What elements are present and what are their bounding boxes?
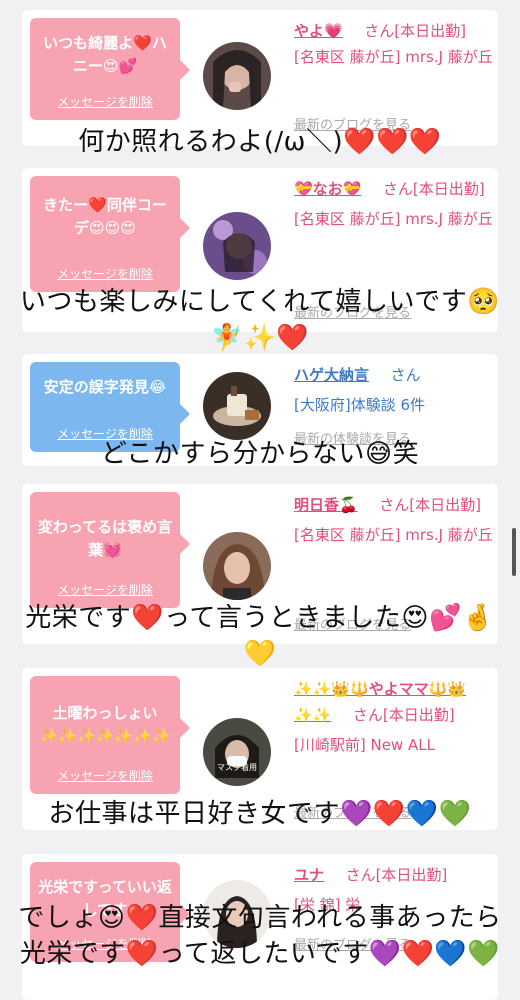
message-text: 土曜わっしょい✨✨✨✨✨✨✨: [39, 704, 171, 746]
message-text: きたー❤️同伴コーデ😍😍😍: [43, 196, 167, 238]
user-name-link[interactable]: ハゲ大納言: [294, 366, 369, 384]
user-location: [名東区 藤が丘] mrs.J 藤が丘: [294, 526, 493, 544]
user-info: ✨✨👑🔱やよママ🔱👑✨✨ さん[本日出勤] [川崎駅前] New ALL: [294, 676, 494, 758]
message-bubble: きたー❤️同伴コーデ😍😍😍 メッセージを削除: [30, 176, 190, 292]
avatar[interactable]: [203, 532, 271, 600]
overlay-caption: お仕事は平日好き女です💜❤️💙💚: [48, 799, 472, 829]
scrollbar[interactable]: [512, 528, 516, 576]
user-status: さん[本日出勤]: [364, 22, 466, 40]
overlay-caption: いつも楽しみにしてくれて嬉しいです🥺🧚✨❤️: [19, 287, 501, 353]
message-text: いつも綺麗よ❤️ハニー😍💕: [43, 34, 167, 76]
delete-message-link[interactable]: メッセージを削除: [30, 93, 180, 112]
message-text: 安定の誤字発見😂: [43, 378, 167, 396]
user-location: [名東区 藤が丘] mrs.J 藤が丘: [294, 48, 493, 66]
avatar[interactable]: マスク着用: [203, 718, 271, 786]
delete-message-link[interactable]: メッセージを削除: [30, 581, 180, 600]
user-info: 明日香🍒 さん[本日出勤] [名東区 藤が丘] mrs.J 藤が丘: [294, 492, 494, 548]
delete-message-link[interactable]: メッセージを削除: [30, 767, 180, 786]
message-text: 変わってるは褒め言葉💓: [37, 518, 173, 560]
message-bubble: 変わってるは褒め言葉💓 メッセージを削除: [30, 492, 190, 608]
user-info: やよ💗 さん[本日出勤] [名東区 藤が丘] mrs.J 藤が丘: [294, 18, 494, 70]
user-info: ハゲ大納言 さん [大阪府]体験談 6件: [294, 362, 494, 418]
message-bubble: 土曜わっしょい✨✨✨✨✨✨✨ メッセージを削除: [30, 676, 190, 794]
user-status: さん[本日出勤]: [379, 496, 481, 514]
overlay-caption: 何か照れるわよ(/ω＼)❤️❤️❤️: [78, 127, 442, 157]
user-info: 💝なお💝 さん[本日出勤] [名東区 藤が丘] mrs.J 藤が丘: [294, 176, 494, 232]
user-name-link[interactable]: ユナ: [294, 866, 324, 884]
user-name-link[interactable]: やよ💗: [294, 22, 343, 40]
overlay-caption: 光栄です❤️って言うときました😍💕🤞💛: [25, 603, 495, 669]
user-status: さん[本日出勤]: [382, 180, 485, 198]
user-name-link[interactable]: 💝なお💝: [294, 180, 361, 198]
user-status: さん[本日出勤]: [352, 706, 455, 724]
user-name-link[interactable]: 明日香🍒: [294, 496, 358, 514]
message-bubble: いつも綺麗よ❤️ハニー😍💕 メッセージを削除: [30, 18, 190, 120]
avatar[interactable]: [203, 372, 271, 440]
user-location: [川崎駅前] New ALL: [294, 736, 435, 754]
delete-message-link[interactable]: メッセージを削除: [30, 265, 180, 284]
overlay-caption: どこかすら分からない😅笑: [100, 439, 420, 469]
avatar-caption: マスク着用: [217, 763, 257, 772]
overlay-caption: でしょ😍❤️直接文句言われる事あったら光栄です❤️って返したいです💜❤️💙💚: [18, 903, 502, 969]
user-location: [名東区 藤が丘] mrs.J 藤が丘: [294, 210, 493, 228]
user-location: [大阪府]体験談 6件: [294, 396, 426, 414]
avatar[interactable]: [203, 42, 271, 110]
user-status: さん[本日出勤]: [345, 866, 448, 884]
user-status: さん: [390, 366, 421, 384]
avatar[interactable]: [203, 212, 271, 280]
